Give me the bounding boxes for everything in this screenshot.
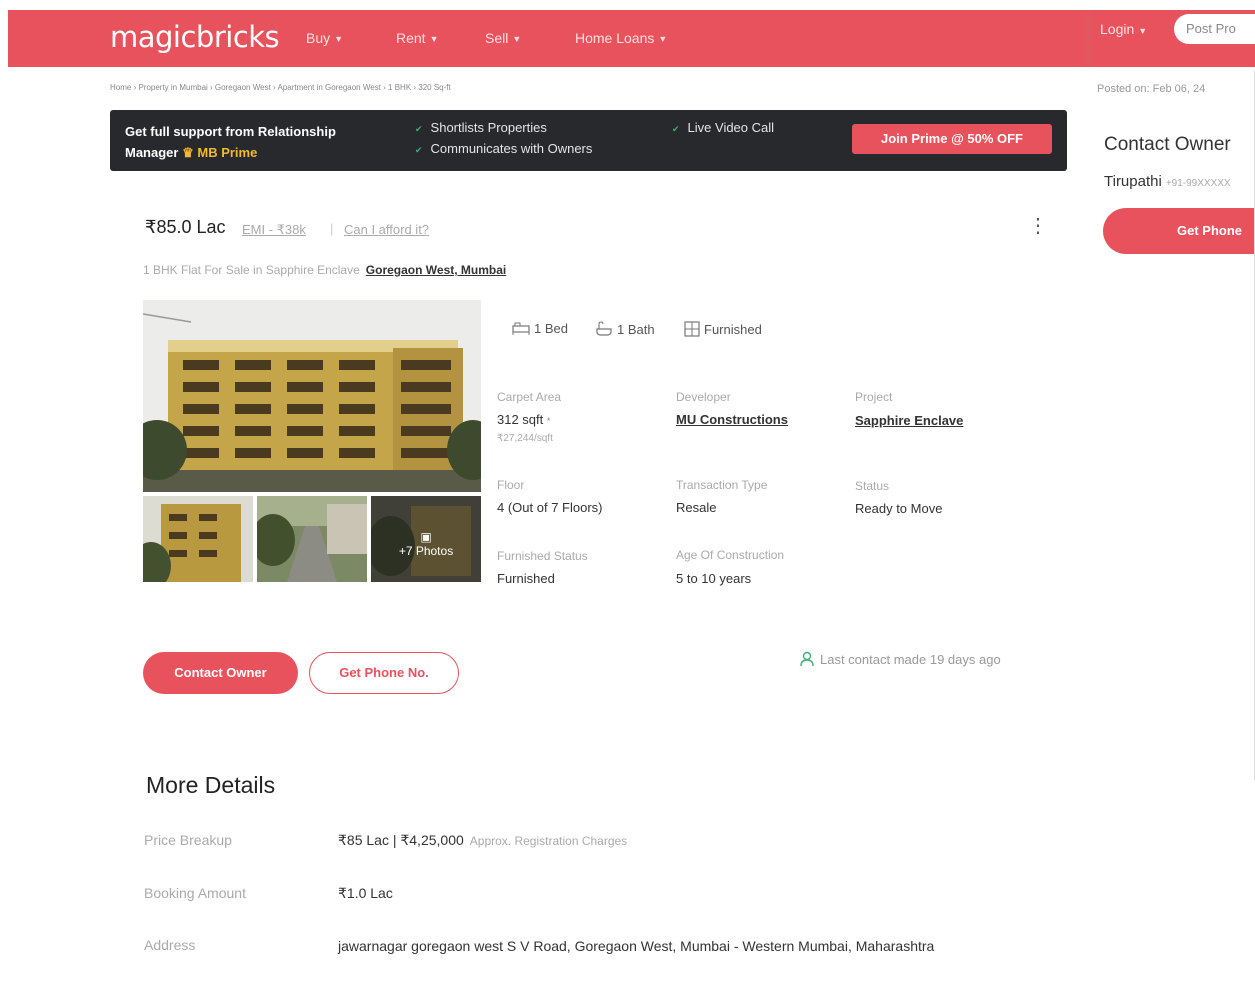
address-label: Address bbox=[144, 937, 196, 953]
chevron-down-icon: ▼ bbox=[1138, 26, 1148, 36]
contact-owner-button[interactable]: Contact Owner bbox=[143, 652, 298, 694]
booking-amount-value: ₹1.0 Lac bbox=[338, 885, 393, 901]
chevron-down-icon: ▼ bbox=[658, 34, 668, 45]
age-label: Age Of Construction bbox=[676, 548, 785, 562]
banner-title: Get full support from Relationship Manag… bbox=[125, 124, 336, 160]
furnished-status-value: Furnished bbox=[497, 571, 555, 586]
crown-icon: ♛ bbox=[182, 145, 194, 160]
banner-feature: ✔ Shortlists Properties bbox=[415, 120, 547, 135]
check-icon: ✔ bbox=[415, 124, 423, 134]
top-nav-bar: magicbricks Buy ▼ Rent ▼ Sell ▼ Home Loans ▼ bbox=[8, 10, 1255, 67]
amenity-furnished: Furnished bbox=[684, 321, 762, 340]
amenity-bath: 1 Bath bbox=[595, 321, 655, 340]
thumbnail-photo[interactable] bbox=[143, 496, 253, 582]
floor-label: Floor bbox=[497, 478, 525, 492]
furnished-icon bbox=[684, 321, 700, 340]
status-label: Status bbox=[855, 479, 890, 493]
breadcrumb[interactable]: Home › Property in Mumbai › Goregaon Wes… bbox=[110, 83, 451, 92]
posted-on-date: Posted on: Feb 06, 24 bbox=[1097, 83, 1206, 95]
listing-subtitle: 1 BHK Flat For Sale in Sapphire Enclave G… bbox=[143, 263, 507, 277]
check-icon: ✔ bbox=[672, 124, 680, 134]
price-breakup-value: ₹85 Lac | ₹4,25,000 Approx. Registration … bbox=[338, 832, 628, 848]
carpet-area-label: Carpet Area bbox=[497, 390, 562, 404]
banner-feature: ✔ Communicates with Owners bbox=[415, 141, 593, 156]
address-value: jawarnagar goregaon west S V Road, Goreg… bbox=[338, 938, 935, 954]
listing-price: ₹85.0 Lac bbox=[145, 217, 226, 237]
bath-icon bbox=[595, 321, 613, 340]
booking-amount-label: Booking Amount bbox=[144, 885, 246, 901]
prime-banner: Get full support from Relationship Manag… bbox=[110, 110, 1067, 171]
check-icon: ✔ bbox=[415, 145, 423, 155]
info-icon[interactable]: * bbox=[547, 416, 551, 426]
post-property-button[interactable]: Post Pro bbox=[1174, 14, 1255, 44]
photo-gallery: ▣ +7 Photos bbox=[143, 300, 483, 582]
chevron-down-icon: ▼ bbox=[512, 34, 522, 45]
floor-value: 4 (Out of 7 Floors) bbox=[497, 500, 603, 515]
last-contact-info: Last contact made 19 days ago bbox=[800, 651, 1001, 670]
status-value: Ready to Move bbox=[855, 501, 943, 516]
more-photos-overlay: ▣ +7 Photos bbox=[371, 496, 481, 582]
thumbnail-more-photos[interactable]: ▣ +7 Photos bbox=[371, 496, 481, 582]
side-contact-title: Contact Owner bbox=[1104, 134, 1231, 155]
more-options-icon[interactable]: ⋮ bbox=[1028, 216, 1048, 236]
gallery-icon: ▣ bbox=[420, 530, 432, 544]
nav-sell[interactable]: Sell ▼ bbox=[485, 30, 521, 46]
carpet-area-value: 312 sqft * bbox=[497, 412, 551, 427]
project-label: Project bbox=[855, 390, 893, 404]
user-icon bbox=[800, 651, 814, 670]
building-photo bbox=[143, 300, 481, 492]
bed-icon bbox=[512, 321, 530, 338]
price-per-sqft: ₹27,244/sqft bbox=[497, 433, 553, 444]
location-link[interactable]: Goregaon West, Mumbai bbox=[366, 263, 506, 277]
afford-link[interactable]: Can I afford it? bbox=[344, 222, 429, 237]
get-phone-button[interactable]: Get Phone No. bbox=[309, 652, 459, 694]
login-button[interactable]: Login ▼ bbox=[1100, 21, 1147, 37]
side-get-phone-button[interactable]: Get Phone bbox=[1103, 208, 1255, 254]
main-photo[interactable] bbox=[143, 300, 481, 492]
price-breakup-label: Price Breakup bbox=[144, 832, 232, 848]
transaction-type-label: Transaction Type bbox=[676, 478, 768, 492]
chevron-down-icon: ▼ bbox=[429, 34, 439, 45]
emi-link[interactable]: EMI - ₹38k bbox=[242, 222, 306, 238]
amenity-bed: 1 Bed bbox=[512, 321, 568, 338]
developer-label: Developer bbox=[676, 390, 731, 404]
chevron-down-icon: ▼ bbox=[334, 34, 344, 45]
join-prime-button[interactable]: Join Prime @ 50% OFF bbox=[852, 124, 1052, 154]
nav-buy[interactable]: Buy ▼ bbox=[306, 30, 343, 46]
transaction-type-value: Resale bbox=[676, 500, 717, 515]
more-details-title: More Details bbox=[146, 772, 276, 798]
header-divider bbox=[1085, 10, 1093, 67]
furnished-status-label: Furnished Status bbox=[497, 549, 588, 563]
developer-link[interactable]: MU Constructions bbox=[676, 412, 788, 427]
owner-name: Tirupathi +91-99XXXXX bbox=[1104, 173, 1231, 190]
thumbnail-photo[interactable] bbox=[257, 496, 367, 582]
nav-rent[interactable]: Rent ▼ bbox=[396, 30, 439, 46]
nav-home-loans[interactable]: Home Loans ▼ bbox=[575, 30, 667, 46]
age-value: 5 to 10 years bbox=[676, 571, 752, 586]
magicbricks-logo[interactable]: magicbricks bbox=[110, 20, 280, 54]
banner-feature: ✔ Live Video Call bbox=[672, 120, 775, 135]
project-link[interactable]: Sapphire Enclave bbox=[855, 413, 963, 428]
price-separator: | bbox=[330, 221, 334, 236]
